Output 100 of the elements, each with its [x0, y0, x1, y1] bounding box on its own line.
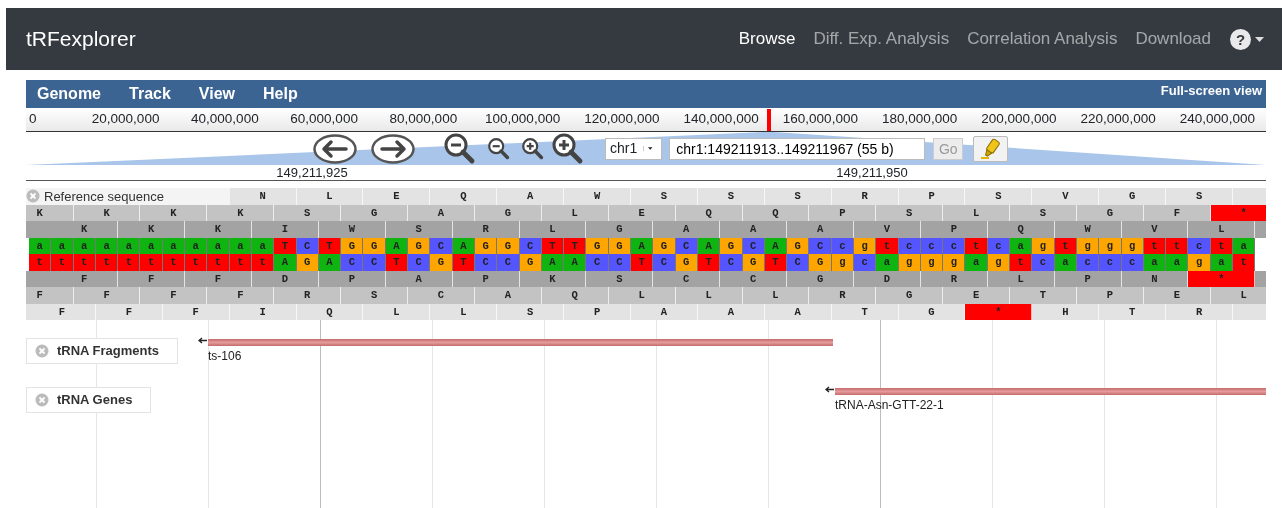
base-cell: g [831, 254, 854, 271]
amino-acid-cell: W [318, 221, 386, 238]
amino-acid-cell: Q [987, 221, 1055, 238]
amino-acid-cell: L [296, 188, 364, 205]
base-cell: C [408, 254, 431, 271]
zoom-in-button[interactable] [521, 136, 545, 161]
amino-acid-cell: Q [541, 287, 609, 304]
base-cell: t [251, 254, 275, 271]
base-cell: t [162, 254, 186, 271]
base-cell: a [1210, 254, 1234, 271]
amino-acid-cell: R [1166, 303, 1234, 320]
site-brand[interactable]: tRFexplorer [26, 23, 136, 55]
base-cell: c [1121, 254, 1144, 271]
fullscreen-link[interactable]: Full-screen view [1160, 80, 1266, 101]
base-cell: t [95, 254, 119, 271]
amino-acid-cell: S [764, 188, 832, 205]
track-name: tRNA Genes [57, 391, 133, 410]
amino-acid-cell: L [519, 221, 587, 238]
base-cell: a [1054, 254, 1077, 271]
nav-link[interactable]: Diff. Exp. Analysis [804, 26, 959, 52]
amino-acid-cell: A [497, 188, 565, 205]
menu-item[interactable]: Help [263, 80, 298, 108]
amino-acid-cell: P [564, 303, 631, 320]
amino-acid-cell: S [385, 221, 453, 238]
amino-acid-cell: Q [430, 188, 498, 205]
amino-acid-cell: A [720, 221, 788, 238]
nav-link[interactable]: Correlation Analysis [958, 26, 1127, 52]
amino-acid-cell: S [341, 287, 409, 304]
chromosome-select[interactable]: chr1 [605, 137, 663, 160]
caret-icon[interactable] [1255, 36, 1264, 42]
ruler-label: 140,000,000 [683, 111, 759, 127]
amino-acid-cell: F [26, 287, 74, 304]
amino-acid-cell: I [251, 221, 319, 238]
zoom-out-button[interactable] [487, 136, 511, 161]
nav-link[interactable]: Download [1126, 26, 1220, 52]
region-marker[interactable] [767, 109, 771, 131]
amino-acid-cell: G [586, 221, 654, 238]
base-cell: C [586, 254, 609, 271]
ruler-label: 160,000,000 [782, 111, 858, 127]
pan-right-button[interactable] [371, 133, 415, 164]
base-cell: G [809, 254, 832, 271]
amino-acid-cell: L [1188, 221, 1256, 238]
amino-acid-cell: S [697, 188, 765, 205]
highlight-button[interactable] [973, 135, 1009, 162]
amino-acid-cell: T [1099, 303, 1167, 320]
help-icon[interactable]: ? [1230, 28, 1251, 50]
ruler-label: 220,000,000 [1080, 111, 1156, 127]
amino-acid-cell: L [742, 287, 810, 304]
amino-acid-cell: V [1032, 188, 1100, 205]
ruler-label: 240,000,000 [1179, 111, 1255, 127]
ruler-label: 20,000,000 [91, 111, 160, 127]
amino-acid-cell: K [185, 221, 252, 238]
amino-acid-cell: L [675, 287, 743, 304]
base-cell: g [898, 254, 921, 271]
amino-acid-cell: F [73, 287, 141, 304]
amino-acid-cell: C [408, 287, 475, 304]
base-cell: G [296, 254, 319, 271]
base-cell: t [229, 254, 252, 271]
zoom-out-button[interactable] [443, 131, 477, 166]
feature-label: tRNA-Asn-GTT-22-1 [835, 397, 944, 414]
menu-item[interactable]: Track [129, 80, 171, 108]
base-cell: A [318, 254, 342, 271]
base-cell: C [497, 254, 520, 271]
amino-acid-cell: P [1076, 287, 1144, 304]
amino-acid-cell: Q [296, 303, 364, 320]
zoom-in-button[interactable] [551, 131, 585, 166]
amino-acid-cell: V [1121, 221, 1189, 238]
amino-acid-cell: E [363, 188, 431, 205]
menu-item[interactable]: View [198, 80, 235, 108]
amino-acid-cell: K [51, 221, 119, 238]
track-name: Reference sequence [44, 187, 164, 206]
base-cell: c [854, 254, 877, 271]
amino-acid-cell: F [207, 287, 275, 304]
base-cell: c [1032, 254, 1055, 271]
ruler-label: 40,000,000 [191, 111, 259, 127]
base-cell: C [341, 254, 364, 271]
amino-acid-cell: F [29, 303, 96, 320]
base-cell: a [965, 254, 988, 271]
nav-link[interactable]: Browse [729, 26, 805, 52]
amino-acid-cell: E [943, 287, 1011, 304]
amino-acid-cell: A [764, 303, 832, 320]
base-cell: G [519, 254, 542, 271]
ruler-label: 120,000,000 [584, 111, 660, 127]
amino-acid-cell: S [631, 188, 698, 205]
location-field[interactable]: chr1:149211913..149211967 (55 b) [669, 137, 926, 160]
amino-acid-cell: S [965, 188, 1033, 205]
base-cell: a [876, 254, 899, 271]
menu-item[interactable]: Genome [37, 80, 101, 108]
ruler-label: 180,000,000 [882, 111, 958, 127]
base-cell: A [541, 254, 565, 271]
base-cell: t [207, 254, 230, 271]
amino-acid-cell: L [1210, 287, 1266, 304]
pan-left-button[interactable] [313, 133, 357, 164]
base-cell: t [73, 254, 96, 271]
base-cell: t [1010, 254, 1033, 271]
base-cell: T [697, 254, 721, 271]
amino-acid-cell: W [1054, 221, 1122, 238]
base-cell: c [1076, 254, 1100, 271]
amino-acid-cell: R [274, 287, 342, 304]
amino-acid-cell: S [497, 303, 565, 320]
